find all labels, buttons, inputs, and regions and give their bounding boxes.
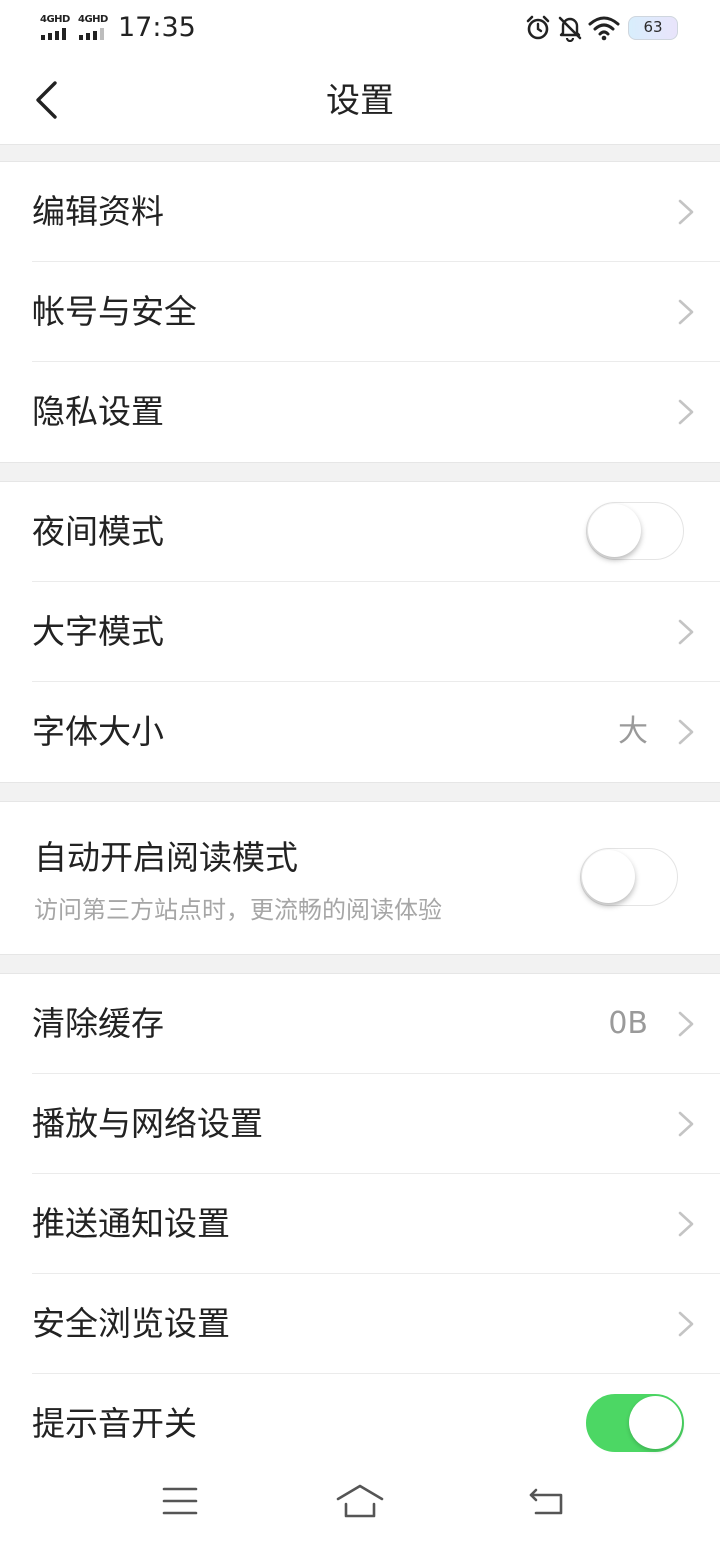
page-title: 设置 bbox=[326, 81, 394, 121]
cache-size-value: 0B bbox=[608, 1006, 648, 1041]
alarm-clock-icon bbox=[526, 15, 550, 40]
home-icon bbox=[336, 1484, 384, 1518]
sound-switch-item: 提示音开关 bbox=[0, 1374, 720, 1474]
night-mode-label: 夜间模式 bbox=[32, 512, 164, 551]
battery-indicator: 63 bbox=[628, 16, 678, 40]
night-mode-item: 夜间模式 bbox=[0, 482, 720, 582]
large-text-mode-label: 大字模式 bbox=[32, 612, 164, 651]
chevron-right-icon bbox=[678, 719, 694, 745]
settings-list: 编辑资料 帐号与安全 隐私设置 夜间模式 大字模式 字体大小 大 自动开启阅读模… bbox=[0, 144, 720, 1474]
auto-reading-mode-toggle[interactable] bbox=[580, 848, 678, 906]
bell-off-icon bbox=[558, 16, 582, 42]
chevron-right-icon bbox=[678, 299, 694, 325]
chevron-right-icon bbox=[678, 619, 694, 645]
edit-profile-item[interactable]: 编辑资料 bbox=[0, 162, 720, 262]
top-navigation-bar: 设置 bbox=[0, 58, 720, 144]
push-notification-settings-label: 推送通知设置 bbox=[32, 1204, 230, 1243]
chevron-right-icon bbox=[678, 1211, 694, 1237]
signal-bars-icon bbox=[41, 28, 66, 40]
safe-browsing-settings-label: 安全浏览设置 bbox=[32, 1304, 230, 1343]
section-divider bbox=[0, 782, 720, 802]
playback-network-settings-item[interactable]: 播放与网络设置 bbox=[0, 1074, 720, 1174]
back-nav-button[interactable] bbox=[518, 1476, 578, 1526]
status-bar: 4GHD 4GHD 17:35 63 bbox=[0, 0, 720, 58]
home-button[interactable] bbox=[330, 1476, 390, 1526]
section-divider bbox=[0, 144, 720, 162]
clear-cache-label: 清除缓存 bbox=[32, 1004, 164, 1043]
auto-reading-mode-label: 自动开启阅读模式 bbox=[34, 838, 298, 877]
section-divider bbox=[0, 462, 720, 482]
wifi-icon bbox=[588, 16, 620, 41]
font-size-item[interactable]: 字体大小 大 bbox=[0, 682, 720, 782]
chevron-right-icon bbox=[678, 1311, 694, 1337]
safe-browsing-settings-item[interactable]: 安全浏览设置 bbox=[0, 1274, 720, 1374]
chevron-right-icon bbox=[678, 1111, 694, 1137]
account-security-label: 帐号与安全 bbox=[32, 292, 197, 331]
edit-profile-label: 编辑资料 bbox=[32, 192, 164, 231]
hamburger-menu-icon bbox=[162, 1487, 198, 1515]
status-time: 17:35 bbox=[118, 12, 196, 43]
font-size-value: 大 bbox=[618, 714, 648, 749]
font-size-label: 字体大小 bbox=[32, 712, 164, 751]
auto-reading-mode-description: 访问第三方站点时，更流畅的阅读体验 bbox=[34, 896, 442, 924]
privacy-settings-item[interactable]: 隐私设置 bbox=[0, 362, 720, 462]
account-security-item[interactable]: 帐号与安全 bbox=[0, 262, 720, 362]
privacy-settings-label: 隐私设置 bbox=[32, 392, 164, 431]
section-divider bbox=[0, 954, 720, 974]
system-navigation-bar bbox=[0, 1460, 720, 1544]
signal-bars-icon bbox=[79, 28, 104, 40]
signal-strength-2: 4GHD bbox=[78, 14, 112, 40]
playback-network-settings-label: 播放与网络设置 bbox=[32, 1104, 263, 1143]
return-icon bbox=[529, 1488, 563, 1515]
chevron-right-icon bbox=[678, 199, 694, 225]
network-type-1: 4GHD bbox=[40, 14, 70, 25]
sound-switch-label: 提示音开关 bbox=[32, 1404, 197, 1443]
sound-switch-toggle[interactable] bbox=[586, 1394, 684, 1452]
push-notification-settings-item[interactable]: 推送通知设置 bbox=[0, 1174, 720, 1274]
large-text-mode-item[interactable]: 大字模式 bbox=[0, 582, 720, 682]
signal-strength-1: 4GHD bbox=[40, 14, 74, 40]
menu-button[interactable] bbox=[150, 1476, 210, 1526]
network-type-2: 4GHD bbox=[78, 14, 108, 25]
auto-reading-mode-item: 自动开启阅读模式 访问第三方站点时，更流畅的阅读体验 bbox=[0, 802, 720, 954]
chevron-right-icon bbox=[678, 1011, 694, 1037]
chevron-right-icon bbox=[678, 399, 694, 425]
clear-cache-item[interactable]: 清除缓存 0B bbox=[0, 974, 720, 1074]
night-mode-toggle[interactable] bbox=[586, 502, 684, 560]
